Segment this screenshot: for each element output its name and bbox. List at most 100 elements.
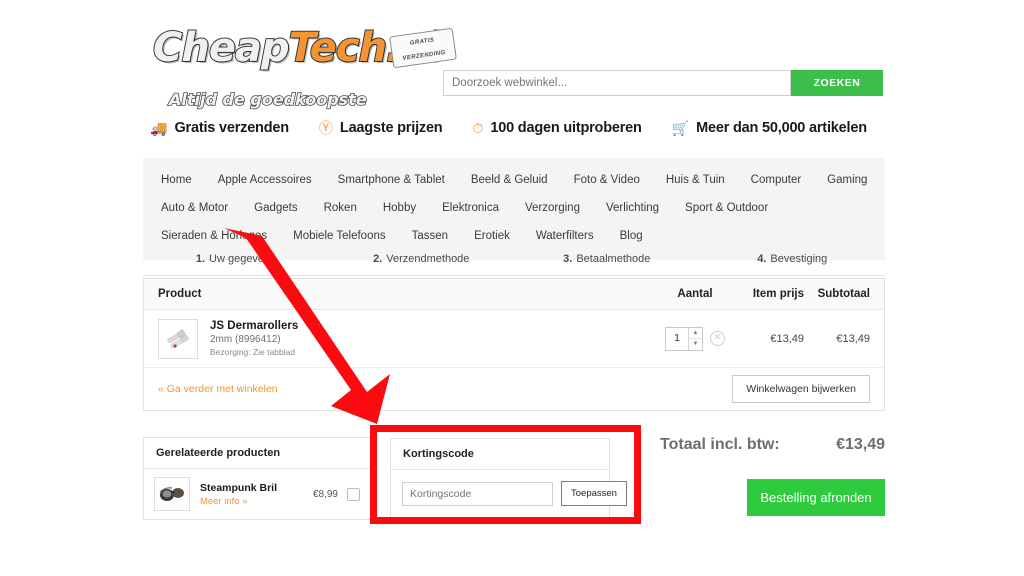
related-product-thumbnail[interactable] (154, 477, 190, 511)
item-price: €13,49 (770, 332, 804, 345)
step-label: Bevestiging (770, 253, 828, 265)
usp-bar: 🚚 Gratis verzenden Ⓨ Laagste prijzen ⏱ 1… (150, 116, 890, 140)
related-product-price: €8,99 (312, 488, 338, 500)
update-cart-button[interactable]: Winkelwagen bijwerken (732, 375, 870, 403)
order-totals: Totaal incl. btw: €13,49 Bestelling afro… (660, 436, 885, 516)
nav-item-tassen[interactable]: Tassen (412, 230, 448, 242)
step-number: 2. (373, 253, 383, 265)
usp-label: Gratis verzenden (174, 120, 289, 136)
nav-item-home[interactable]: Home (161, 174, 192, 186)
remove-item-icon[interactable]: ✕ (710, 331, 725, 346)
related-products-title: Gerelateerde producten (144, 438, 370, 469)
usp-item: 🛒 Meer dan 50,000 artikelen (672, 120, 867, 136)
price-tag-icon: Ⓨ (318, 120, 333, 136)
total-value: €13,49 (836, 436, 885, 453)
step-label: Betaalmethode (576, 253, 651, 265)
usp-label: Meer dan 50,000 artikelen (696, 120, 867, 136)
truck-icon: 🚚 (150, 120, 168, 136)
spinner-up-icon[interactable]: ▲ (689, 328, 702, 339)
step-label: Verzendmethode (386, 253, 470, 265)
product-cell: JS Dermarollers 2mm (8996412) Bezorging:… (158, 318, 656, 359)
product-option: 2mm (8996412) (210, 334, 281, 345)
clock-icon: ⏱ (472, 120, 484, 136)
nav-row-2: Auto & Motor Gadgets Roken Hobby Elektro… (143, 194, 885, 222)
dermaroller-image (163, 323, 193, 354)
total-row: Totaal incl. btw: €13,49 (660, 436, 885, 454)
related-products-panel: Gerelateerde producten Steampunk Bril Me… (143, 437, 371, 520)
nav-item-verzorging[interactable]: Verzorging (525, 202, 580, 214)
nav-row-1: Home Apple Accessoires Smartphone & Tabl… (143, 166, 885, 194)
quantity-value[interactable]: 1 (666, 328, 688, 350)
logo-tagline: Altijd de goedkoopste (168, 89, 367, 110)
product-info: JS Dermarollers 2mm (8996412) Bezorging:… (210, 319, 298, 358)
checkout-step-1[interactable]: 1. Uw gegevens (143, 253, 329, 265)
nav-item-sieraden-horloges[interactable]: Sieraden & Horloges (161, 230, 267, 242)
nav-item-auto-motor[interactable]: Auto & Motor (161, 202, 228, 214)
nav-item-sport-outdoor[interactable]: Sport & Outdoor (685, 202, 768, 214)
total-label: Totaal incl. btw: (660, 436, 780, 453)
nav-item-computer[interactable]: Computer (751, 174, 802, 186)
nav-item-apple-accessoires[interactable]: Apple Accessoires (218, 174, 312, 186)
related-product-checkbox[interactable] (347, 487, 360, 501)
product-thumbnail[interactable] (158, 318, 198, 359)
nav-item-gadgets[interactable]: Gadgets (254, 202, 297, 214)
search-input[interactable] (443, 70, 791, 96)
cart-table: Product Aantal Item prijs Subtotaal JS D… (143, 278, 885, 411)
cart-icon: 🛒 (671, 120, 690, 136)
nav-item-hobby[interactable]: Hobby (383, 202, 416, 214)
step-label: Uw gegevens (209, 253, 276, 265)
column-header-subtotaal: Subtotaal (817, 288, 870, 300)
product-shipping-note: Bezorging: Zie tabblad (210, 347, 296, 357)
nav-item-blog[interactable]: Blog (620, 230, 643, 242)
related-product-info: Steampunk Bril Meer info » (200, 481, 313, 508)
apply-coupon-button[interactable]: Toepassen (561, 481, 627, 506)
table-row: JS Dermarollers 2mm (8996412) Bezorging:… (144, 310, 884, 368)
coupon-panel: Kortingscode Toepassen (390, 438, 627, 518)
webshop-checkout-page: CheapTech.nl GRATIS VERZENDING Altijd de… (0, 0, 1024, 571)
step-number: 4. (757, 253, 767, 265)
item-subtotal: €13,49 (836, 332, 870, 345)
checkout-step-3[interactable]: 3. Betaalmethode (514, 253, 700, 265)
usp-item: 🚚 Gratis verzenden (150, 120, 289, 136)
column-header-item-prijs: Item prijs (752, 288, 804, 300)
related-product-more-link[interactable]: Meer info » (200, 495, 313, 508)
quantity-cell: 1 ▲ ▼ ✕ (656, 326, 734, 351)
checkout-step-4[interactable]: 4. Bevestiging (700, 253, 886, 265)
column-header-product: Product (158, 288, 202, 300)
site-logo[interactable]: CheapTech.nl GRATIS VERZENDING Altijd de… (152, 25, 457, 112)
step-number: 3. (563, 253, 573, 265)
spinner-down-icon[interactable]: ▼ (689, 339, 702, 350)
coupon-form: Toepassen (391, 470, 627, 517)
cart-table-header: Product Aantal Item prijs Subtotaal (144, 279, 884, 310)
nav-item-mobiele-telefoons[interactable]: Mobiele Telefoons (293, 230, 386, 242)
steampunk-glasses-image (157, 481, 187, 507)
nav-item-verlichting[interactable]: Verlichting (606, 202, 659, 214)
place-order-button[interactable]: Bestelling afronden (747, 479, 885, 516)
nav-item-waterfilters[interactable]: Waterfilters (536, 230, 594, 242)
coupon-input[interactable] (402, 481, 553, 506)
quantity-spinner[interactable]: ▲ ▼ (688, 327, 702, 350)
step-number: 1. (195, 253, 206, 265)
usp-item: ⏱ 100 dagen uitproberen (472, 120, 641, 136)
nav-item-foto-video[interactable]: Foto & Video (574, 174, 640, 186)
nav-item-huis-tuin[interactable]: Huis & Tuin (666, 174, 725, 186)
nav-item-elektronica[interactable]: Elektronica (442, 202, 499, 214)
related-product-name[interactable]: Steampunk Bril (200, 481, 313, 495)
search-button[interactable]: ZOEKEN (791, 70, 883, 96)
site-header: CheapTech.nl GRATIS VERZENDING Altijd de… (143, 20, 885, 110)
nav-item-gaming[interactable]: Gaming (827, 174, 867, 186)
nav-item-smartphone-tablet[interactable]: Smartphone & Tablet (338, 174, 445, 186)
logo-cheap-text: Cheap (152, 25, 291, 71)
cart-footer: « Ga verder met winkelen Winkelwagen bij… (144, 368, 884, 410)
nav-item-beeld-geluid[interactable]: Beeld & Geluid (471, 174, 548, 186)
usp-label: 100 dagen uitproberen (490, 120, 642, 136)
nav-item-roken[interactable]: Roken (324, 202, 357, 214)
product-name[interactable]: JS Dermarollers (210, 319, 298, 333)
list-item: Steampunk Bril Meer info » €8,99 (144, 469, 370, 519)
checkout-step-2[interactable]: 2. Verzendmethode (329, 253, 515, 265)
nav-item-erotiek[interactable]: Erotiek (474, 230, 510, 242)
site-search: ZOEKEN (443, 70, 883, 96)
quantity-stepper[interactable]: 1 ▲ ▼ (665, 326, 703, 351)
continue-shopping-link[interactable]: « Ga verder met winkelen (158, 383, 278, 395)
usp-item: Ⓨ Laagste prijzen (319, 120, 443, 136)
